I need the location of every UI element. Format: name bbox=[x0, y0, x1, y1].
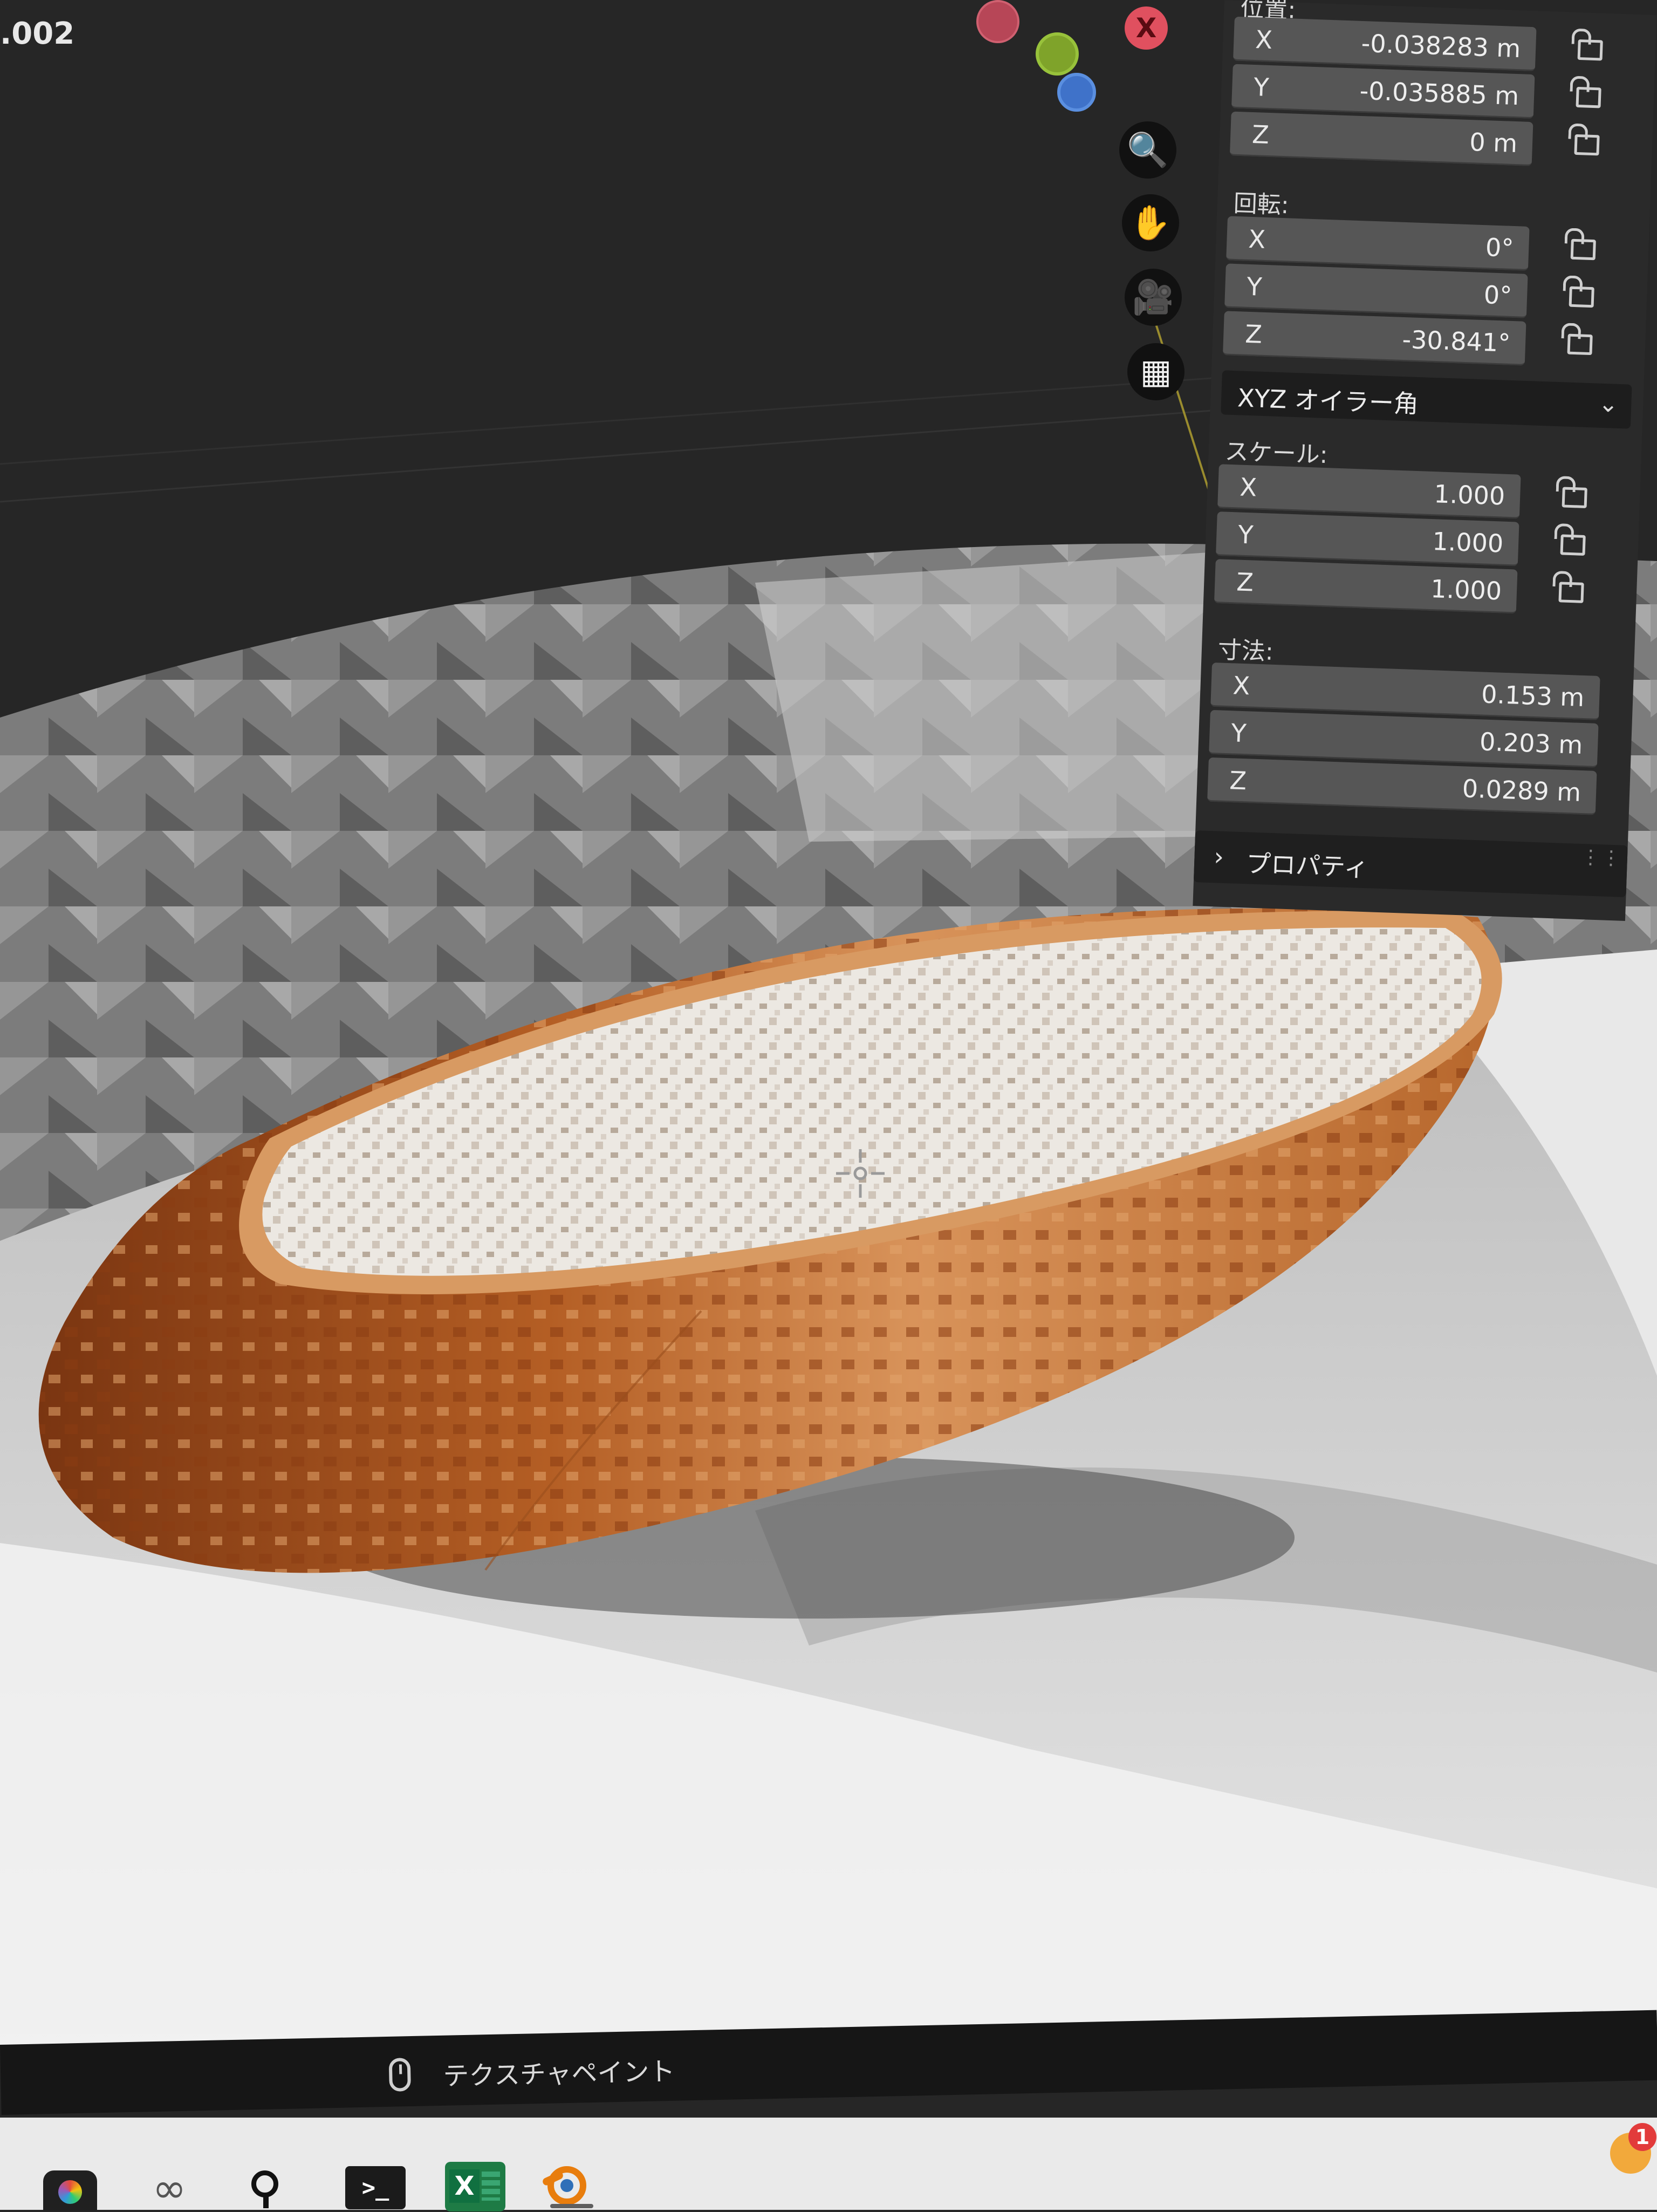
field-value: 0° bbox=[1485, 233, 1515, 263]
axis-label: Z bbox=[1244, 319, 1263, 349]
lock-icon[interactable] bbox=[1565, 123, 1600, 156]
rotation-x-field[interactable]: X 0° bbox=[1226, 216, 1530, 271]
lock-icon[interactable] bbox=[1568, 28, 1603, 61]
field-value: 0 m bbox=[1469, 127, 1518, 159]
axis-label: Z bbox=[1236, 567, 1254, 597]
field-value: -30.841° bbox=[1401, 324, 1511, 358]
axis-label: X bbox=[1239, 472, 1257, 502]
3d-viewport[interactable]: .002 X 🔍 ✋ 🎥 ▦ 位置: X -0.038283 m Y -0.03… bbox=[0, 0, 1657, 2045]
location-x-field[interactable]: X -0.038283 m bbox=[1233, 16, 1537, 72]
grid-icon[interactable]: ▦ bbox=[1127, 343, 1184, 400]
windows-taskbar: ∞ >_ X 1 bbox=[0, 2118, 1657, 2211]
notification-badge: 1 bbox=[1628, 2123, 1656, 2151]
hand-icon[interactable]: ✋ bbox=[1122, 194, 1179, 251]
scale-y-field[interactable]: Y 1.000 bbox=[1216, 511, 1519, 566]
camera-icon[interactable]: 🎥 bbox=[1125, 269, 1182, 326]
lock-icon[interactable] bbox=[1561, 228, 1596, 261]
field-value: -0.035885 m bbox=[1359, 76, 1520, 111]
field-value: 1.000 bbox=[1430, 574, 1503, 606]
lock-icon[interactable] bbox=[1549, 570, 1584, 603]
mode-label: テクスチャペイント bbox=[442, 2056, 675, 2092]
chevron-down-icon: ⌄ bbox=[1598, 390, 1619, 418]
search-icon[interactable] bbox=[248, 2167, 286, 2210]
dimensions-z-field[interactable]: Z 0.0289 m bbox=[1207, 757, 1597, 815]
axis-label: Z bbox=[1251, 119, 1270, 150]
rotation-mode-dropdown[interactable]: XYZ オイラー角 ⌄ bbox=[1221, 370, 1632, 429]
field-value: 0.153 m bbox=[1481, 679, 1585, 713]
axis-label: Y bbox=[1230, 718, 1247, 748]
chevron-right-icon: › bbox=[1213, 842, 1224, 871]
dimensions-label: 寸法: bbox=[1217, 636, 1274, 666]
axis-label: X bbox=[1248, 224, 1266, 254]
object-label: .002 bbox=[0, 16, 75, 51]
lock-icon[interactable] bbox=[1559, 275, 1594, 308]
lock-icon[interactable] bbox=[1558, 323, 1593, 356]
neg-x-axis-gizmo[interactable] bbox=[976, 0, 1019, 43]
field-value: 1.000 bbox=[1433, 479, 1506, 511]
transform-panel: 位置: X -0.038283 m Y -0.035885 m Z 0 m 回転… bbox=[1193, 0, 1657, 921]
properties-panel-title: プロパティ bbox=[1245, 849, 1370, 883]
excel-glyph: X bbox=[449, 2169, 480, 2203]
rotation-mode-value: XYZ オイラー角 bbox=[1237, 383, 1419, 419]
axis-label: Z bbox=[1229, 766, 1247, 796]
axis-label: Y bbox=[1246, 271, 1263, 302]
x-axis-gizmo[interactable]: X bbox=[1125, 6, 1168, 50]
drag-handle-icon[interactable]: ⋮⋮ bbox=[1580, 846, 1622, 870]
rotation-z-field[interactable]: Z -30.841° bbox=[1223, 311, 1526, 366]
terminal-icon[interactable]: >_ bbox=[345, 2166, 406, 2209]
blender-icon[interactable] bbox=[541, 2155, 601, 2209]
lock-icon[interactable] bbox=[1566, 76, 1601, 108]
color-app-icon[interactable] bbox=[43, 2170, 97, 2210]
properties-panel-header[interactable]: › プロパティ ⋮⋮ bbox=[1193, 830, 1628, 897]
lock-icon[interactable] bbox=[1551, 523, 1586, 556]
active-app-indicator bbox=[550, 2204, 593, 2208]
y-axis-gizmo[interactable] bbox=[1036, 32, 1079, 76]
zoom-icon[interactable]: 🔍 bbox=[1119, 121, 1176, 179]
z-axis-gizmo[interactable] bbox=[1057, 73, 1096, 112]
axis-label: Y bbox=[1237, 520, 1254, 550]
copilot-icon[interactable]: ∞ bbox=[146, 2168, 193, 2209]
lock-icon[interactable] bbox=[1552, 476, 1587, 509]
field-value: 0.0289 m bbox=[1461, 774, 1582, 807]
notification-icon[interactable]: 1 bbox=[1610, 2123, 1656, 2174]
rotation-y-field[interactable]: Y 0° bbox=[1224, 263, 1528, 318]
scale-x-field[interactable]: X 1.000 bbox=[1217, 464, 1521, 519]
field-value: -0.038283 m bbox=[1360, 28, 1522, 64]
axis-label: Y bbox=[1253, 72, 1270, 102]
field-value: 0.203 m bbox=[1479, 727, 1584, 760]
scale-z-field[interactable]: Z 1.000 bbox=[1214, 559, 1518, 614]
mouse-icon bbox=[388, 2058, 411, 2092]
location-y-field[interactable]: Y -0.035885 m bbox=[1231, 64, 1535, 119]
field-value: 0° bbox=[1483, 280, 1513, 310]
rotation-label: 回転: bbox=[1233, 189, 1290, 220]
excel-icon[interactable]: X bbox=[445, 2162, 505, 2211]
axis-label: X bbox=[1232, 671, 1251, 701]
field-value: 1.000 bbox=[1432, 527, 1504, 558]
axis-label: X bbox=[1255, 25, 1273, 55]
location-z-field[interactable]: Z 0 m bbox=[1229, 111, 1533, 167]
